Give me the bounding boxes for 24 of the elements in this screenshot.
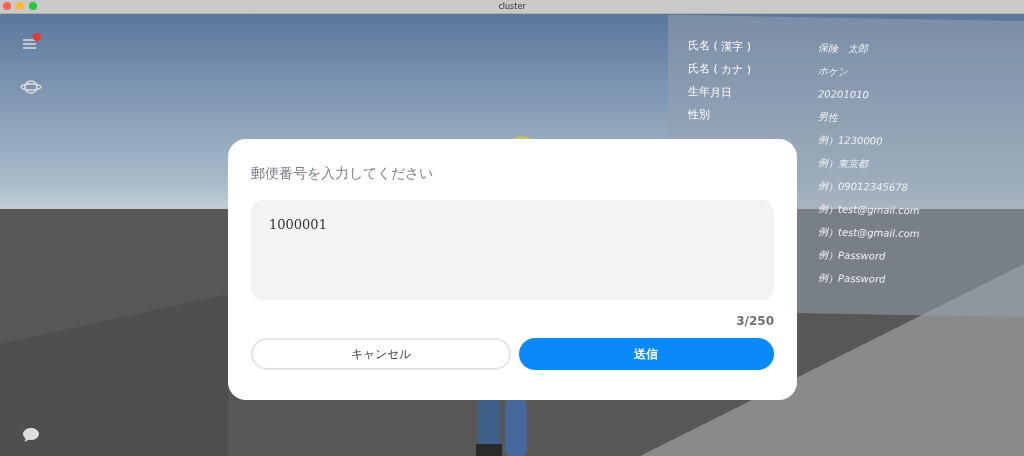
- board-value: 保険 太郎: [818, 40, 868, 56]
- character-counter: 3/250: [736, 314, 774, 328]
- board-value: ホケン: [818, 63, 848, 79]
- send-button[interactable]: 送信: [518, 338, 774, 370]
- board-value: 例）test@gmail.com: [818, 224, 920, 241]
- board-value: 例）東京都: [818, 155, 868, 171]
- board-value: 例）Password: [818, 247, 886, 264]
- window-title: cluster: [498, 2, 526, 11]
- cancel-button[interactable]: キャンセル: [251, 338, 511, 370]
- board-label: 氏名 ( カナ ): [688, 61, 753, 79]
- board-value: 20201010: [818, 88, 869, 101]
- chat-icon[interactable]: [22, 427, 40, 443]
- board-value: 男性: [818, 109, 838, 125]
- board-label: 生年月日: [688, 84, 733, 101]
- input-field[interactable]: 1000001: [251, 200, 774, 300]
- close-button[interactable]: [3, 2, 11, 10]
- board-value: 例）Password: [818, 270, 886, 287]
- zoom-button[interactable]: [29, 2, 37, 10]
- board-value: 例）test@gmail.com: [818, 201, 920, 218]
- board-label: 性別: [688, 107, 711, 124]
- board-value: 例）1230000: [818, 132, 883, 148]
- board-label: 氏名 ( 漢字 ): [688, 38, 753, 56]
- board-value: 例）09012345678: [818, 178, 908, 195]
- dialog-title: 郵便番号を入力してください: [251, 165, 434, 183]
